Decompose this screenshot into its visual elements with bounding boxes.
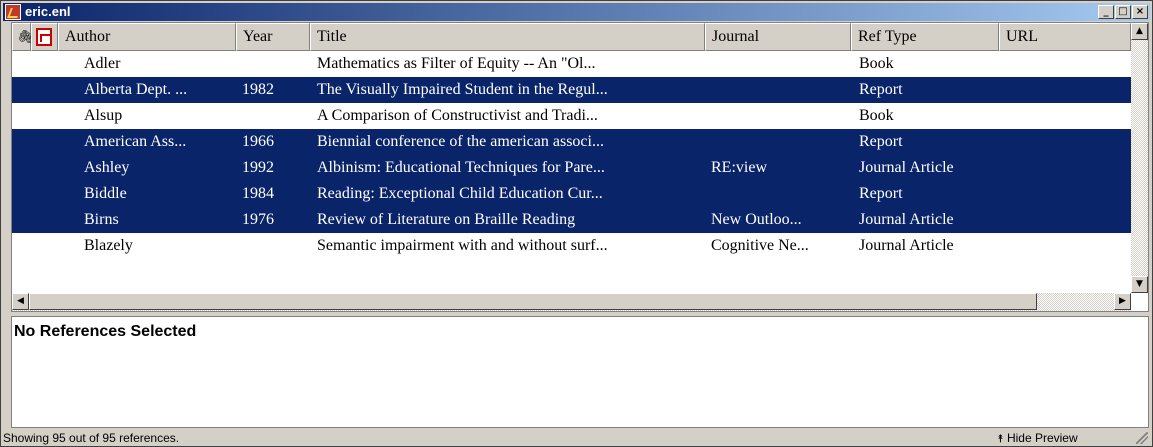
column-header-journal[interactable]: Journal (705, 23, 851, 51)
cell-journal: New Outloo... (711, 211, 802, 228)
window-title: eric.enl (25, 4, 71, 19)
cell-title: Albinism: Educational Techniques for Par… (317, 159, 605, 176)
column-headers: 🖇 Author Year Title Journal Ref Type URL (12, 23, 1131, 51)
enl-window: eric.enl _ □ × 🖇 Author Year Title Journ… (0, 0, 1153, 447)
cell-year: 1982 (242, 81, 274, 98)
scroll-down-button[interactable]: ▼ (1131, 276, 1148, 293)
hide-preview-button[interactable]: ⯭ Hide Preview (997, 430, 1078, 447)
pdf-icon (36, 28, 52, 46)
maximize-button[interactable]: □ (1115, 5, 1131, 19)
minimize-button[interactable]: _ (1098, 5, 1114, 19)
table-row[interactable]: Alsup A Comparison of Constructivist and … (12, 103, 1131, 129)
cell-author: Blazely (84, 237, 133, 254)
table-row[interactable]: Ashley 1992 Albinism: Educational Techniqu… (12, 155, 1131, 181)
cell-reftype: Journal Article (859, 237, 954, 254)
scroll-right-button[interactable]: ▶ (1114, 293, 1131, 310)
cell-reftype: Report (859, 133, 903, 150)
cell-reftype: Book (859, 55, 894, 72)
close-button[interactable]: × (1132, 5, 1148, 19)
endnote-app-icon[interactable] (5, 4, 21, 20)
column-header-author[interactable]: Author (58, 23, 236, 51)
scroll-left-button[interactable]: ◀ (12, 293, 29, 310)
cell-author: Alberta Dept. ... (84, 81, 188, 98)
table-row[interactable]: American Ass... 1966 Biennial conference o… (12, 129, 1131, 155)
table-row[interactable]: Adler Mathematics as Filter of Equity -- … (12, 51, 1131, 77)
cell-reftype: Journal Article (859, 159, 954, 176)
cell-author: American Ass... (84, 133, 187, 150)
horizontal-scroll-thumb[interactable] (29, 293, 1037, 310)
cell-year: 1976 (242, 211, 274, 228)
cell-author: Ashley (84, 159, 130, 176)
cell-journal: Cognitive Ne... (711, 237, 809, 254)
cell-title: Mathematics as Filter of Equity -- An "O… (317, 55, 596, 72)
cell-author: Adler (84, 55, 121, 72)
table-row[interactable]: Biddle 1984 Reading: Exceptional Child Edu… (12, 181, 1131, 207)
cell-journal: RE:view (711, 159, 767, 176)
column-header-url[interactable]: URL (999, 23, 1131, 51)
table-row[interactable]: Alberta Dept. ... 1982 The Visually Impair… (12, 77, 1131, 103)
cell-author: Birns (84, 211, 119, 228)
reference-count-text: Showing 95 out of 95 references. (3, 431, 180, 445)
scroll-up-button[interactable]: ▲ (1131, 23, 1148, 40)
cell-reftype: Book (859, 107, 894, 124)
cell-year: 1992 (242, 159, 274, 176)
title-bar[interactable]: eric.enl _ □ × (3, 3, 1150, 21)
cell-year: 1966 (242, 133, 274, 150)
reference-list[interactable]: 🖇 Author Year Title Journal Ref Type URL… (11, 22, 1149, 312)
cell-title: Reading: Exceptional Child Education Cur… (317, 185, 603, 202)
cell-author: Biddle (84, 185, 127, 202)
preview-pane: No References Selected (11, 316, 1149, 428)
horizontal-scrollbar[interactable]: ◀ ▶ (12, 293, 1131, 311)
cell-author: Alsup (84, 107, 123, 124)
column-header-pdf[interactable] (31, 23, 58, 51)
column-header-reftype[interactable]: Ref Type (851, 23, 999, 51)
column-header-title[interactable]: Title (310, 23, 705, 51)
cell-reftype: Report (859, 185, 903, 202)
vertical-scrollbar[interactable]: ▲ ▼ (1131, 23, 1148, 293)
status-bar: Showing 95 out of 95 references. ⯭ Hide … (3, 430, 1150, 446)
column-header-year[interactable]: Year (236, 23, 310, 51)
column-header-attachment[interactable]: 🖇 (12, 23, 34, 51)
hide-preview-label: Hide Preview (1006, 431, 1078, 445)
up-arrow-icon: ⯭ (997, 432, 1004, 445)
table-row[interactable]: Birns 1976 Review of Literature on Braille… (12, 207, 1131, 233)
table-row[interactable]: Blazely Semantic impairment with and with… (12, 233, 1131, 259)
cell-title: A Comparison of Constructivist and Tradi… (317, 107, 598, 124)
cell-title: The Visually Impaired Student in the Reg… (317, 81, 608, 98)
cell-title: Biennial conference of the american asso… (317, 133, 604, 150)
cell-title: Review of Literature on Braille Reading (317, 211, 576, 228)
cell-reftype: Journal Article (859, 211, 954, 228)
cell-year: 1984 (242, 185, 274, 202)
preview-status-text: No References Selected (14, 323, 197, 340)
cell-reftype: Report (859, 81, 903, 98)
cell-title: Semantic impairment with and without sur… (317, 237, 608, 254)
resize-grip-icon[interactable] (1136, 432, 1148, 444)
